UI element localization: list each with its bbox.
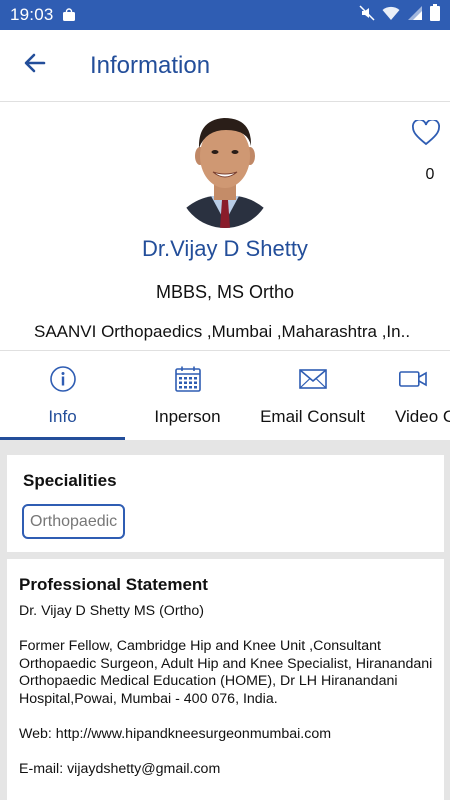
wifi-icon <box>382 5 400 26</box>
tab-video-consult[interactable]: Video C <box>375 351 450 440</box>
status-time: 19:03 <box>10 5 54 24</box>
back-button[interactable] <box>0 30 70 102</box>
tab-email-consult[interactable]: Email Consult <box>250 351 375 440</box>
statement-paragraph: Dr. Vijay D Shetty MS (Ortho) <box>19 603 205 619</box>
video-camera-icon <box>399 365 427 393</box>
professional-statement-card: Professional Statement Dr. Vijay D Shett… <box>7 559 444 800</box>
battery-icon <box>430 4 440 26</box>
signal-icon <box>407 5 423 26</box>
tab-video-consult-label: Video C <box>395 407 450 426</box>
heart-outline-icon <box>412 118 440 146</box>
tab-inperson-label: Inperson <box>154 407 221 426</box>
calendar-icon <box>174 365 202 393</box>
mute-icon <box>359 4 375 26</box>
doctor-clinic-location: SAANVI Orthopaedics ,Mumbai ,Maharashtra… <box>34 322 411 341</box>
favorite-button[interactable] <box>412 118 440 146</box>
info-content: Specialities Orthopaedic Professional St… <box>0 440 450 800</box>
speciality-chip[interactable]: Orthopaedic <box>22 504 126 539</box>
statement-paragraph: Former Fellow, Cambridge Hip and Knee Un… <box>19 638 433 707</box>
doctor-name: Dr.Vijay D Shetty <box>142 236 308 261</box>
arrow-left-icon <box>23 51 47 80</box>
info-circle-icon <box>49 365 77 393</box>
specialities-card: Specialities Orthopaedic <box>7 455 444 552</box>
doctor-avatar <box>178 110 272 228</box>
consult-tabs: Info Inperson Email Consult Video C <box>0 350 450 440</box>
statement-website: Web: http://www.hipandkneesurgeonmumbai.… <box>19 726 332 743</box>
statement-email: E-mail: vijaydshetty@gmail.com <box>19 761 221 778</box>
app-bar: Information <box>0 30 450 102</box>
doctor-profile-header: 0 Dr.Vijay D Shetty MBBS, MS Ortho SAANV… <box>0 102 450 350</box>
specialities-heading: Specialities <box>23 471 117 490</box>
tab-inperson[interactable]: Inperson <box>125 351 250 440</box>
professional-statement-text: Dr. Vijay D Shetty MS (Ortho) Former Fel… <box>19 603 434 797</box>
shopping-bag-icon <box>62 8 76 22</box>
page-title: Information <box>90 51 211 79</box>
tab-email-consult-label: Email Consult <box>260 407 365 426</box>
tab-info[interactable]: Info <box>0 351 125 440</box>
doctor-degree: MBBS, MS Ortho <box>155 282 295 302</box>
favorite-count: 0 <box>425 166 435 183</box>
tab-info-label: Info <box>48 407 77 426</box>
professional-statement-heading: Professional Statement <box>19 575 208 594</box>
status-bar: 19:03 <box>0 0 450 30</box>
envelope-icon <box>298 365 327 393</box>
